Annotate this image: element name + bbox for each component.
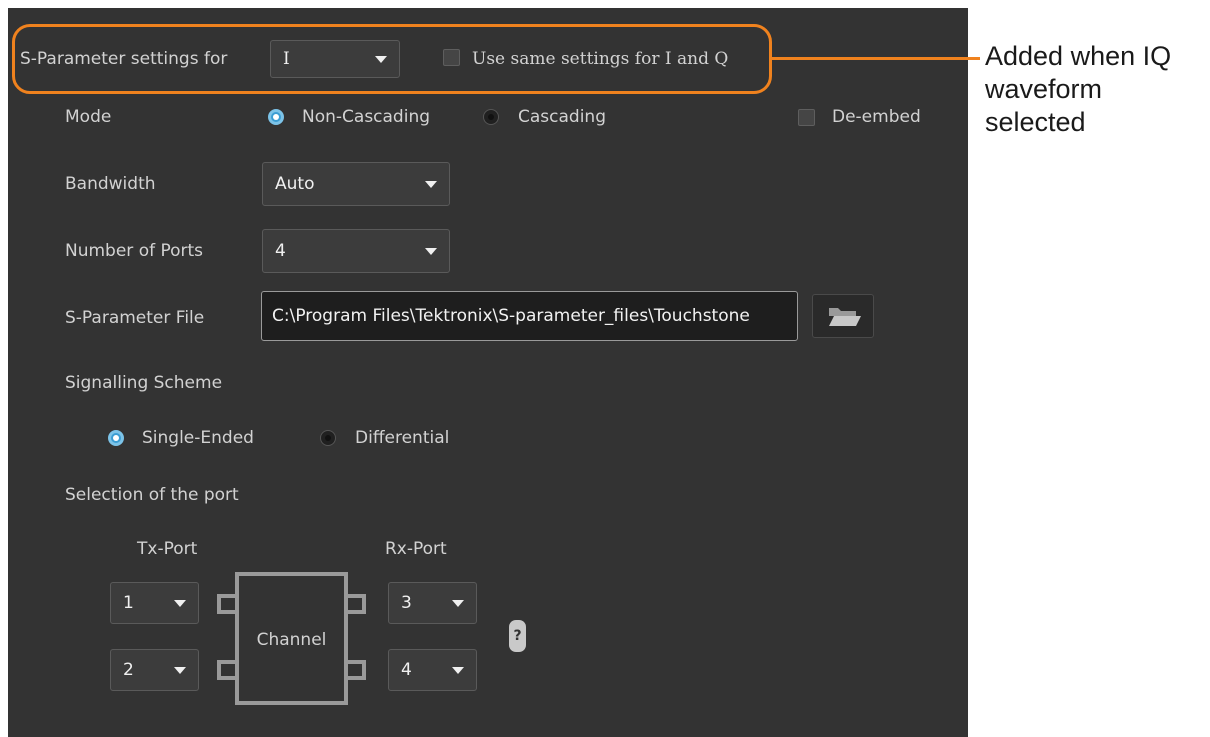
differential-label: Differential (355, 428, 450, 448)
rx-port-select-2[interactable]: 4 (388, 649, 477, 691)
chevron-down-icon (425, 181, 437, 188)
non-cascading-label: Non-Cascading (302, 107, 431, 127)
tx-port-value-1: 1 (123, 593, 134, 613)
sparam-file-input[interactable]: C:\Program Files\Tektronix\S-parameter_f… (261, 291, 798, 341)
single-ended-label: Single-Ended (142, 428, 254, 448)
channel-pin-rx-1 (346, 594, 366, 614)
tx-port-value-2: 2 (123, 660, 134, 680)
channel-label: Channel (256, 630, 327, 650)
radio-differential[interactable] (320, 430, 336, 446)
ports-label: Number of Ports (65, 241, 204, 261)
mode-label: Mode (65, 107, 112, 127)
signalling-label: Signalling Scheme (65, 373, 223, 393)
deembed-label: De-embed (832, 107, 921, 127)
chevron-down-icon (452, 667, 464, 674)
annotation-line-2: waveform selected (985, 74, 1103, 137)
tx-port-label: Tx-Port (137, 539, 198, 559)
help-button[interactable]: ? (509, 620, 526, 652)
radio-cascading[interactable] (483, 109, 499, 125)
rx-port-value-2: 4 (401, 660, 412, 680)
channel-pin-tx-1 (217, 594, 237, 614)
chevron-down-icon (174, 667, 186, 674)
cascading-label: Cascading (518, 107, 606, 127)
radio-non-cascading[interactable] (268, 109, 284, 125)
radio-single-ended[interactable] (108, 430, 124, 446)
sparam-file-label: S-Parameter File (65, 308, 205, 328)
rx-port-select-1[interactable]: 3 (388, 582, 477, 624)
browse-button[interactable] (812, 294, 874, 338)
annotation-text: Added when IQ waveform selected (985, 40, 1210, 139)
chevron-down-icon (425, 248, 437, 255)
channel-diagram: Channel (235, 572, 348, 705)
chevron-down-icon (452, 600, 464, 607)
annotation-line-1: Added when IQ (985, 41, 1172, 71)
bandwidth-label: Bandwidth (65, 174, 156, 194)
ports-select-value: 4 (275, 241, 286, 261)
iq-highlight-outline (12, 24, 772, 94)
folder-open-icon (829, 308, 861, 326)
annotation-leader-line (772, 57, 980, 60)
tx-port-select-2[interactable]: 2 (110, 649, 199, 691)
ports-select[interactable]: 4 (262, 229, 450, 273)
port-selection-label: Selection of the port (65, 485, 239, 505)
bandwidth-select[interactable]: Auto (262, 162, 450, 206)
rx-port-value-1: 3 (401, 593, 412, 613)
channel-pin-rx-2 (346, 660, 366, 680)
rx-port-label: Rx-Port (385, 539, 447, 559)
bandwidth-select-value: Auto (275, 174, 315, 194)
deembed-checkbox[interactable] (798, 109, 815, 126)
chevron-down-icon (174, 600, 186, 607)
tx-port-select-1[interactable]: 1 (110, 582, 199, 624)
channel-pin-tx-2 (217, 660, 237, 680)
